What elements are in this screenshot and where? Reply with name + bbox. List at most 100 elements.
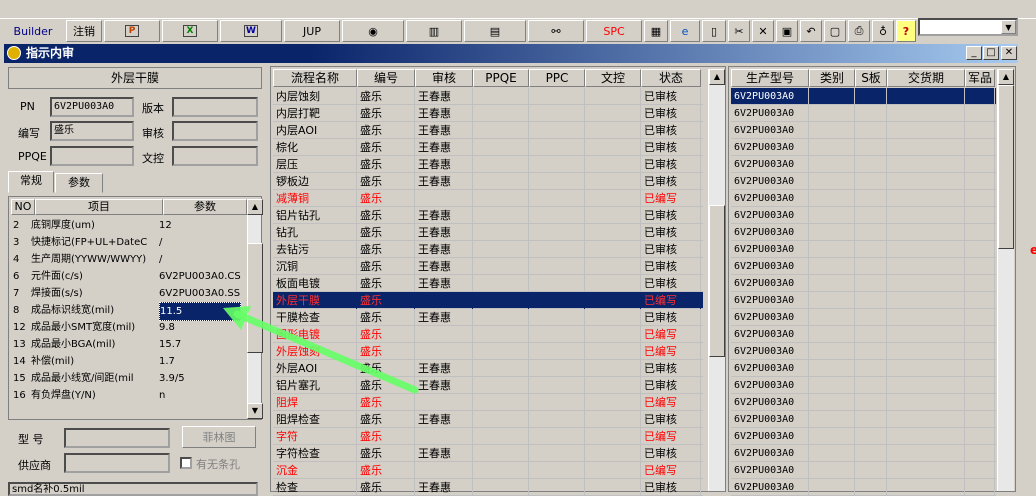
tab-general[interactable]: 常规 bbox=[8, 171, 54, 193]
process-row[interactable]: 铝片塞孔 盛乐 王春惠 已审核 bbox=[273, 377, 703, 394]
model-row[interactable]: 6V2PU003A0 bbox=[731, 462, 996, 479]
param-value[interactable]: 9.8 bbox=[159, 319, 243, 336]
col-header[interactable]: PPQE bbox=[473, 69, 529, 87]
col-header-value[interactable]: 参数 bbox=[163, 199, 247, 215]
binoculars-button[interactable]: ⚯ bbox=[528, 20, 584, 42]
process-row[interactable]: 外层蚀刻 盛乐 已编写 bbox=[273, 343, 703, 360]
logout-button[interactable]: 注销 bbox=[66, 20, 102, 42]
param-row[interactable]: 2 底铜厚度(um) 12 bbox=[11, 217, 247, 234]
model-row[interactable]: 6V2PU003A0 bbox=[731, 360, 996, 377]
process-row[interactable]: 外层AOI 盛乐 王春惠 已审核 bbox=[273, 360, 703, 377]
model-row[interactable]: 6V2PU003A0 bbox=[731, 309, 996, 326]
process-row[interactable]: 铝片钻孔 盛乐 王春惠 已审核 bbox=[273, 207, 703, 224]
param-row[interactable]: 4 生产周期(YYWW/WWYY) / bbox=[11, 251, 247, 268]
scroll-thumb[interactable] bbox=[709, 205, 725, 357]
scroll-up-icon[interactable]: ▲ bbox=[998, 69, 1014, 85]
col-header[interactable]: 流程名称 bbox=[273, 69, 357, 87]
param-value[interactable]: / bbox=[159, 251, 243, 268]
process-row[interactable]: 钻孔 盛乐 王春惠 已审核 bbox=[273, 224, 703, 241]
eye-button[interactable]: ◉ bbox=[342, 20, 404, 42]
scroll-thumb[interactable] bbox=[247, 243, 263, 353]
process-scrollbar[interactable]: ▲ bbox=[708, 69, 725, 491]
help-button[interactable]: ? bbox=[896, 20, 916, 42]
col-header[interactable]: 交货期 bbox=[887, 69, 965, 87]
maximize-button[interactable]: □ bbox=[983, 46, 999, 60]
preview-button[interactable]: ▢ bbox=[824, 20, 846, 42]
process-row[interactable]: 阻焊检查 盛乐 王春惠 已审核 bbox=[273, 411, 703, 428]
param-value[interactable]: 6V2PU003A0.SS bbox=[159, 285, 243, 302]
col-header[interactable]: 类别 bbox=[809, 69, 855, 87]
param-row[interactable]: 6 元件面(c/s) 6V2PU003A0.CS bbox=[11, 268, 247, 285]
powerpoint-button[interactable]: P bbox=[104, 20, 160, 42]
col-header[interactable]: 状态 bbox=[641, 69, 701, 87]
param-row[interactable]: 3 快捷标记(FP+UL+DateC / bbox=[11, 234, 247, 251]
col-header[interactable]: 生产型号 bbox=[731, 69, 809, 87]
process-row[interactable]: 内层AOI 盛乐 王春惠 已审核 bbox=[273, 122, 703, 139]
minimize-button[interactable]: _ bbox=[966, 46, 982, 60]
param-row[interactable]: 15 成品最小线宽/间距(mil 3.9/5 bbox=[11, 370, 247, 387]
tab-params[interactable]: 参数 bbox=[55, 173, 103, 193]
model-field[interactable] bbox=[64, 428, 170, 448]
model-row[interactable]: 6V2PU003A0 bbox=[731, 258, 996, 275]
process-row[interactable]: 棕化 盛乐 王春惠 已审核 bbox=[273, 139, 703, 156]
param-row[interactable]: 12 成品最小SMT宽度(mil) 9.8 bbox=[11, 319, 247, 336]
process-row[interactable]: 锣板边 盛乐 王春惠 已审核 bbox=[273, 173, 703, 190]
col-header[interactable]: 审核 bbox=[415, 69, 473, 87]
process-row[interactable]: 减薄铜 盛乐 已编写 bbox=[273, 190, 703, 207]
model-row[interactable]: 6V2PU003A0 bbox=[731, 190, 996, 207]
spc-button[interactable]: SPC bbox=[586, 20, 642, 42]
delete-button[interactable]: ✕ bbox=[752, 20, 774, 42]
pn-field[interactable]: 6V2PU003A0 bbox=[50, 97, 134, 117]
save-button[interactable]: ▣ bbox=[776, 20, 798, 42]
find-button[interactable]: ♁ bbox=[872, 20, 894, 42]
process-row[interactable]: 干膜检查 盛乐 王春惠 已审核 bbox=[273, 309, 703, 326]
process-row[interactable]: 检查 盛乐 王春惠 已审核 bbox=[273, 479, 703, 496]
param-value[interactable]: 15.7 bbox=[159, 336, 243, 353]
col-header[interactable]: 编号 bbox=[357, 69, 415, 87]
print-button[interactable]: ⎙ bbox=[848, 20, 870, 42]
model-row[interactable]: 6V2PU003A0 bbox=[731, 122, 996, 139]
review-field[interactable] bbox=[172, 121, 258, 141]
notes-field[interactable]: smd名补0.5mil bbox=[8, 482, 258, 496]
database-button[interactable]: ▥ bbox=[406, 20, 462, 42]
undo-button[interactable]: ↶ bbox=[800, 20, 822, 42]
excel-button[interactable]: X bbox=[162, 20, 218, 42]
model-row[interactable]: 6V2PU003A0 bbox=[731, 292, 996, 309]
process-row[interactable]: 字符 盛乐 已编写 bbox=[273, 428, 703, 445]
process-row[interactable]: 图形电镀 盛乐 已编写 bbox=[273, 326, 703, 343]
col-header-item[interactable]: 项目 bbox=[35, 199, 163, 215]
col-header[interactable]: PPC bbox=[529, 69, 585, 87]
model-row[interactable]: 6V2PU003A0 bbox=[731, 241, 996, 258]
no-strip-hole-checkbox[interactable] bbox=[180, 457, 192, 469]
param-value[interactable]: 1.7 bbox=[159, 353, 243, 370]
col-header[interactable]: S板 bbox=[855, 69, 887, 87]
process-row[interactable]: 层压 盛乐 王春惠 已审核 bbox=[273, 156, 703, 173]
supplier-field[interactable] bbox=[64, 453, 170, 473]
version-field[interactable] bbox=[172, 97, 258, 117]
cut-button[interactable]: ✂ bbox=[728, 20, 750, 42]
param-value[interactable]: 3.9/5 bbox=[159, 370, 243, 387]
param-row[interactable]: 13 成品最小BGA(mil) 15.7 bbox=[11, 336, 247, 353]
builder-button[interactable]: Builder bbox=[2, 20, 64, 42]
param-value[interactable]: n bbox=[159, 387, 243, 404]
param-value[interactable]: 6V2PU003A0.CS bbox=[159, 268, 243, 285]
model-row[interactable]: 6V2PU003A0 bbox=[731, 173, 996, 190]
scroll-up-icon[interactable]: ▲ bbox=[709, 69, 725, 85]
jup-button[interactable]: JUP bbox=[284, 20, 340, 42]
model-row[interactable]: 6V2PU003A0 bbox=[731, 326, 996, 343]
layers-button[interactable]: ▤ bbox=[464, 20, 526, 42]
param-value[interactable]: 12 bbox=[159, 217, 243, 234]
process-row[interactable]: 阻焊 盛乐 已编写 bbox=[273, 394, 703, 411]
doc-control-field[interactable] bbox=[172, 146, 258, 166]
flin-button[interactable]: 菲林图 bbox=[182, 426, 256, 448]
word-button[interactable]: W bbox=[220, 20, 282, 42]
new-button[interactable]: ▯ bbox=[702, 20, 726, 42]
process-row[interactable]: 去钻污 盛乐 王春惠 已审核 bbox=[273, 241, 703, 258]
process-row[interactable]: 沉金 盛乐 已编写 bbox=[273, 462, 703, 479]
calc-button[interactable]: ▦ bbox=[644, 20, 668, 42]
model-row[interactable]: 6V2PU003A0 bbox=[731, 139, 996, 156]
chevron-down-icon[interactable]: ▼ bbox=[1001, 20, 1016, 34]
process-row[interactable]: 板面电镀 盛乐 王春惠 已审核 bbox=[273, 275, 703, 292]
model-scrollbar[interactable]: ▲ bbox=[997, 69, 1014, 491]
param-row[interactable]: 14 补偿(mil) 1.7 bbox=[11, 353, 247, 370]
